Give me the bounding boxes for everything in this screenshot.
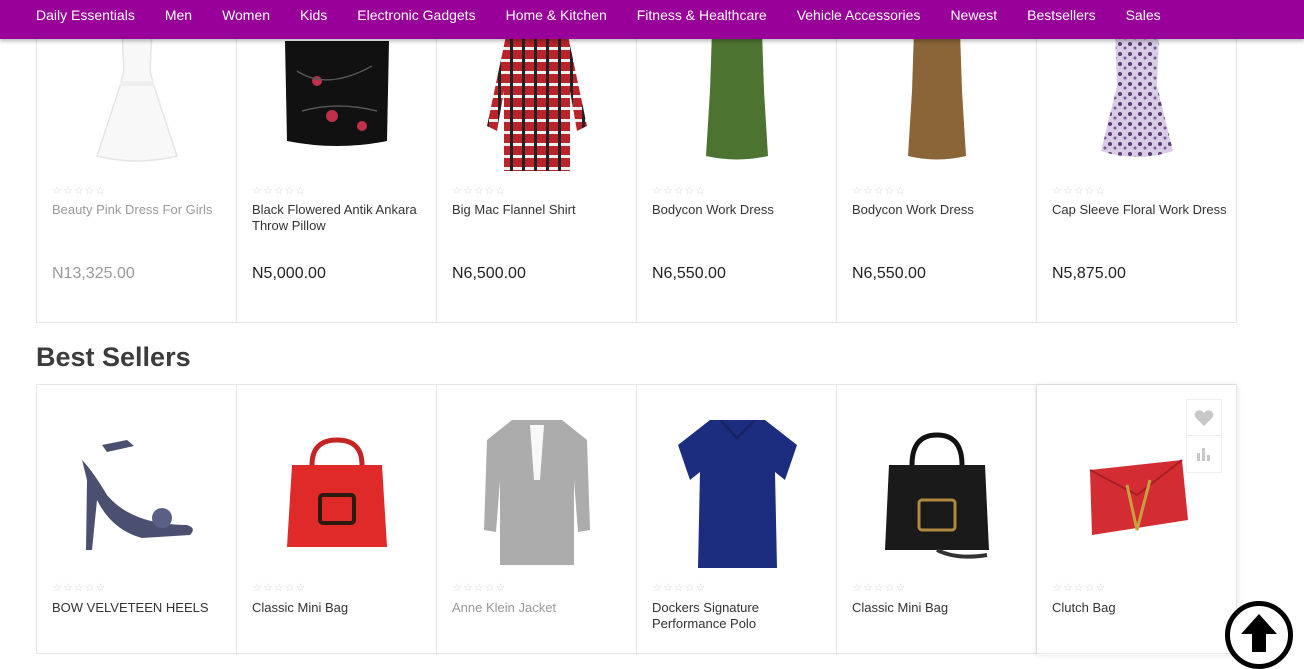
product-price: N5,000.00 bbox=[252, 265, 326, 282]
green-dress-icon bbox=[706, 31, 768, 160]
nav-item-men[interactable]: Men bbox=[165, 7, 192, 32]
rating-stars: ☆☆☆☆☆ bbox=[452, 185, 507, 197]
product-card[interactable]: ☆☆☆☆☆ Classic Mini Bag bbox=[237, 385, 437, 655]
heel-shoe-icon bbox=[82, 440, 193, 550]
product-card[interactable]: ☆☆☆☆☆ BOW VELVETEEN HEELS bbox=[37, 385, 237, 655]
product-image[interactable] bbox=[237, 405, 437, 585]
grey-jacket-icon bbox=[484, 420, 590, 565]
product-card[interactable]: ☆☆☆☆☆ Beauty Pink Dress For Girls N13,32… bbox=[37, 1, 237, 322]
rating-stars: ☆☆☆☆☆ bbox=[652, 185, 707, 197]
product-name[interactable]: Bodycon Work Dress bbox=[652, 202, 827, 218]
product-card[interactable]: ☆☆☆☆☆ Anne Klein Jacket bbox=[437, 385, 637, 655]
product-name[interactable]: Anne Klein Jacket bbox=[452, 600, 627, 616]
product-name[interactable]: Classic Mini Bag bbox=[852, 600, 1027, 616]
product-card[interactable]: ☆☆☆☆☆ Cap Sleeve Floral Work Dress N5,87… bbox=[1037, 1, 1237, 322]
product-name[interactable]: Dockers Signature Performance Polo bbox=[652, 600, 827, 632]
product-price: N5,875.00 bbox=[1052, 265, 1126, 282]
product-card[interactable]: ☆☆☆☆☆ Black Flowered Antik Ankara Throw … bbox=[237, 1, 437, 322]
nav-item-women[interactable]: Women bbox=[222, 7, 270, 32]
rating-stars: ☆☆☆☆☆ bbox=[1052, 185, 1107, 197]
red-clutch-icon bbox=[1089, 459, 1188, 535]
navy-polo-icon bbox=[677, 420, 797, 568]
product-image[interactable] bbox=[837, 405, 1037, 585]
product-image[interactable] bbox=[237, 21, 437, 181]
wishlist-button[interactable] bbox=[1187, 400, 1221, 436]
floral-dress-icon bbox=[1101, 31, 1173, 157]
product-image[interactable] bbox=[1037, 21, 1237, 181]
red-handbag-icon bbox=[287, 437, 387, 547]
product-card[interactable]: ☆☆☆☆☆ Dockers Signature Performance Polo bbox=[637, 385, 837, 655]
product-card[interactable]: ☆☆☆☆☆ Bodycon Work Dress N6,550.00 bbox=[837, 1, 1037, 322]
section-title-best-sellers: Best Sellers bbox=[36, 342, 191, 372]
black-handbag-icon bbox=[885, 432, 989, 559]
product-name[interactable]: Classic Mini Bag bbox=[252, 600, 427, 616]
product-card[interactable]: ☆☆☆☆☆ Big Mac Flannel Shirt N6,500.00 bbox=[437, 1, 637, 322]
nav-item-home-kitchen[interactable]: Home & Kitchen bbox=[506, 7, 607, 32]
rating-stars: ☆☆☆☆☆ bbox=[252, 582, 307, 594]
product-image[interactable] bbox=[637, 21, 837, 181]
product-image[interactable] bbox=[837, 21, 1037, 181]
nav-item-sales[interactable]: Sales bbox=[1126, 7, 1161, 32]
compare-button[interactable] bbox=[1187, 436, 1221, 472]
product-name[interactable]: Big Mac Flannel Shirt bbox=[452, 202, 627, 218]
product-name[interactable]: Black Flowered Antik Ankara Throw Pillow bbox=[252, 202, 427, 234]
product-name[interactable]: BOW VELVETEEN HEELS bbox=[52, 600, 227, 616]
nav-item-newest[interactable]: Newest bbox=[950, 7, 997, 32]
black-floral-pillow-icon bbox=[285, 41, 389, 146]
product-image[interactable] bbox=[437, 21, 637, 181]
top-navigation-bar: Daily Essentials Men Women Kids Electron… bbox=[0, 0, 1304, 39]
product-image[interactable] bbox=[37, 21, 237, 181]
product-quick-actions bbox=[1186, 399, 1222, 473]
product-grid-best-sellers: ☆☆☆☆☆ BOW VELVETEEN HEELS ☆☆☆☆☆ Classic … bbox=[36, 384, 1237, 655]
nav-item-electronic-gadgets[interactable]: Electronic Gadgets bbox=[357, 7, 475, 32]
rating-stars: ☆☆☆☆☆ bbox=[852, 185, 907, 197]
rating-stars: ☆☆☆☆☆ bbox=[52, 582, 107, 594]
white-lace-dress-icon bbox=[96, 31, 178, 162]
rating-stars: ☆☆☆☆☆ bbox=[52, 185, 107, 197]
product-image[interactable] bbox=[437, 405, 637, 585]
product-card[interactable]: ☆☆☆☆☆ Classic Mini Bag bbox=[837, 385, 1037, 655]
nav-item-kids[interactable]: Kids bbox=[300, 7, 327, 32]
product-price: N13,325.00 bbox=[52, 265, 135, 282]
product-card[interactable]: ☆☆☆☆☆ Clutch Bag bbox=[1037, 385, 1237, 655]
product-name[interactable]: Cap Sleeve Floral Work Dress bbox=[1052, 202, 1227, 218]
product-name[interactable]: Beauty Pink Dress For Girls bbox=[52, 202, 227, 218]
product-price: N6,500.00 bbox=[452, 265, 526, 282]
product-grid-top: ☆☆☆☆☆ Beauty Pink Dress For Girls N13,32… bbox=[36, 0, 1237, 323]
heart-icon bbox=[1194, 409, 1214, 426]
arrow-up-icon bbox=[1241, 614, 1277, 652]
nav-item-bestsellers[interactable]: Bestsellers bbox=[1027, 7, 1095, 32]
scroll-to-top-button[interactable] bbox=[1225, 601, 1293, 669]
nav-item-fitness-healthcare[interactable]: Fitness & Healthcare bbox=[637, 7, 767, 32]
rating-stars: ☆☆☆☆☆ bbox=[652, 582, 707, 594]
product-card[interactable]: ☆☆☆☆☆ Bodycon Work Dress N6,550.00 bbox=[637, 1, 837, 322]
rating-stars: ☆☆☆☆☆ bbox=[1052, 582, 1107, 594]
product-price: N6,550.00 bbox=[652, 265, 726, 282]
brown-dress-icon bbox=[908, 31, 966, 160]
nav-item-vehicle-accessories[interactable]: Vehicle Accessories bbox=[797, 7, 921, 32]
nav-item-daily-essentials[interactable]: Daily Essentials bbox=[36, 7, 135, 32]
rating-stars: ☆☆☆☆☆ bbox=[852, 582, 907, 594]
product-name[interactable]: Bodycon Work Dress bbox=[852, 202, 1027, 218]
product-image[interactable] bbox=[37, 405, 237, 585]
product-price: N6,550.00 bbox=[852, 265, 926, 282]
product-image[interactable] bbox=[637, 405, 837, 585]
rating-stars: ☆☆☆☆☆ bbox=[452, 582, 507, 594]
bar-chart-icon bbox=[1197, 448, 1210, 461]
product-name[interactable]: Clutch Bag bbox=[1052, 600, 1227, 616]
rating-stars: ☆☆☆☆☆ bbox=[252, 185, 307, 197]
plaid-shirt-icon bbox=[487, 31, 587, 171]
